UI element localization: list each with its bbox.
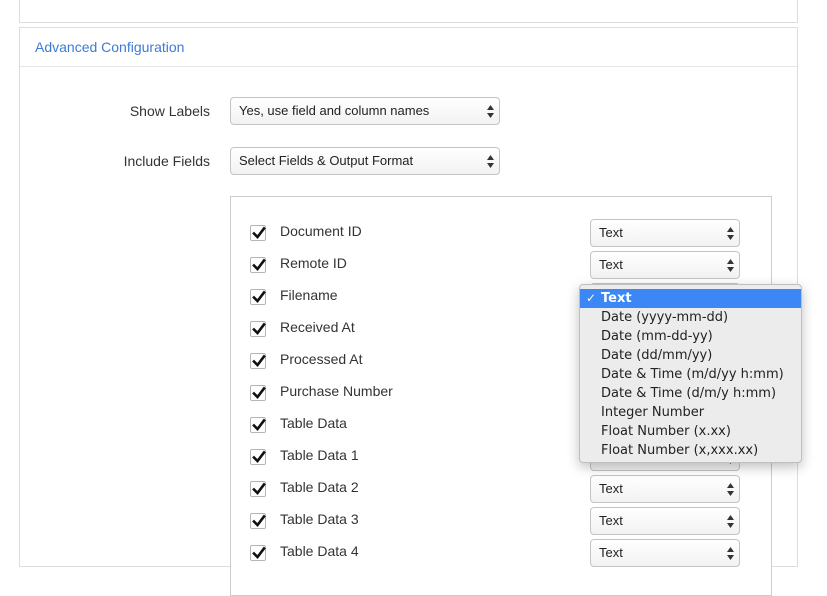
check-icon: ✓: [586, 291, 597, 305]
field-checkbox[interactable]: [250, 321, 266, 337]
format-option-label: Text: [601, 291, 632, 306]
field-format-select[interactable]: Text: [590, 507, 740, 535]
field-name: Table Data: [280, 415, 347, 431]
checkmark-icon: [252, 354, 266, 367]
updown-arrows-icon: [727, 259, 734, 272]
field-row: Document ID Text: [230, 218, 770, 247]
format-option[interactable]: Date (yyyy-mm-dd): [580, 308, 801, 327]
show-labels-label: Show Labels: [129, 103, 210, 119]
updown-arrows-icon: [727, 515, 734, 528]
field-format-value: Text: [599, 545, 623, 560]
field-format-select[interactable]: Text: [590, 251, 740, 279]
field-checkbox[interactable]: [250, 257, 266, 273]
field-name: Table Data 2: [280, 479, 359, 495]
field-row: Remote ID Text: [230, 250, 770, 279]
include-fields-label: Include Fields: [123, 153, 210, 169]
format-option[interactable]: Date (dd/mm/yy): [580, 346, 801, 365]
field-format-value: Text: [599, 225, 623, 240]
field-row: Table Data 3 Text: [230, 506, 770, 535]
include-fields-value: Select Fields & Output Format: [239, 153, 414, 168]
field-name: Table Data 4: [280, 543, 359, 559]
updown-arrows-icon: [727, 227, 734, 240]
format-option-label: Float Number (x.xx): [601, 424, 731, 439]
field-name: Purchase Number: [280, 383, 393, 399]
show-labels-value: Yes, use field and column names: [239, 103, 430, 118]
field-format-select[interactable]: Text: [590, 219, 740, 247]
checkmark-icon: [252, 322, 266, 335]
field-format-value: Text: [599, 481, 623, 496]
panel-title[interactable]: Advanced Configuration: [35, 39, 184, 55]
field-row: Table Data 2 Text: [230, 474, 770, 503]
format-option-label: Date & Time (m/d/yy h:mm): [601, 367, 784, 382]
updown-arrows-icon: [487, 105, 494, 118]
checkmark-icon: [252, 258, 266, 271]
format-option-label: Float Number (x,xxx.xx): [601, 443, 759, 458]
format-option-label: Date & Time (d/m/y h:mm): [601, 386, 777, 401]
field-checkbox[interactable]: [250, 481, 266, 497]
format-option[interactable]: Float Number (x,xxx.xx): [580, 441, 801, 460]
field-checkbox[interactable]: [250, 417, 266, 433]
show-labels-select[interactable]: Yes, use field and column names: [230, 97, 500, 125]
previous-panel: [19, 0, 798, 23]
field-format-value: Text: [599, 257, 623, 272]
field-format-select[interactable]: Text: [590, 475, 740, 503]
format-option[interactable]: Date & Time (d/m/y h:mm): [580, 384, 801, 403]
field-name: Remote ID: [280, 255, 347, 271]
checkmark-icon: [252, 450, 266, 463]
checkmark-icon: [252, 418, 266, 431]
checkmark-icon: [252, 226, 266, 239]
panel-header[interactable]: Advanced Configuration: [20, 28, 797, 67]
updown-arrows-icon: [727, 483, 734, 496]
field-row: Table Data 4 Text: [230, 538, 770, 567]
format-option[interactable]: ✓ Text: [580, 289, 801, 308]
checkmark-icon: [252, 482, 266, 495]
field-checkbox[interactable]: [250, 513, 266, 529]
field-checkbox[interactable]: [250, 449, 266, 465]
field-checkbox[interactable]: [250, 545, 266, 561]
checkmark-icon: [252, 290, 266, 303]
field-name: Filename: [280, 287, 338, 303]
format-option[interactable]: Integer Number: [580, 403, 801, 422]
field-checkbox[interactable]: [250, 225, 266, 241]
field-checkbox[interactable]: [250, 289, 266, 305]
format-option-label: Date (dd/mm/yy): [601, 348, 713, 363]
updown-arrows-icon: [487, 155, 494, 168]
include-fields-select[interactable]: Select Fields & Output Format: [230, 147, 500, 175]
field-format-select[interactable]: Text: [590, 539, 740, 567]
format-option-label: Integer Number: [601, 405, 705, 420]
checkmark-icon: [252, 514, 266, 527]
format-option-label: Date (mm-dd-yy): [601, 329, 713, 344]
field-checkbox[interactable]: [250, 385, 266, 401]
format-option[interactable]: Float Number (x.xx): [580, 422, 801, 441]
field-checkbox[interactable]: [250, 353, 266, 369]
field-name: Document ID: [280, 223, 362, 239]
format-option[interactable]: Date (mm-dd-yy): [580, 327, 801, 346]
format-option-label: Date (yyyy-mm-dd): [601, 310, 729, 325]
checkmark-icon: [252, 546, 266, 559]
field-name: Table Data 3: [280, 511, 359, 527]
field-name: Processed At: [280, 351, 363, 367]
format-option[interactable]: Date & Time (m/d/yy h:mm): [580, 365, 801, 384]
field-name: Received At: [280, 319, 355, 335]
checkmark-icon: [252, 386, 266, 399]
field-format-value: Text: [599, 513, 623, 528]
format-dropdown-menu[interactable]: ✓ Text Date (yyyy-mm-dd) Date (mm-dd-yy) Dat…: [579, 284, 802, 463]
field-name: Table Data 1: [280, 447, 359, 463]
